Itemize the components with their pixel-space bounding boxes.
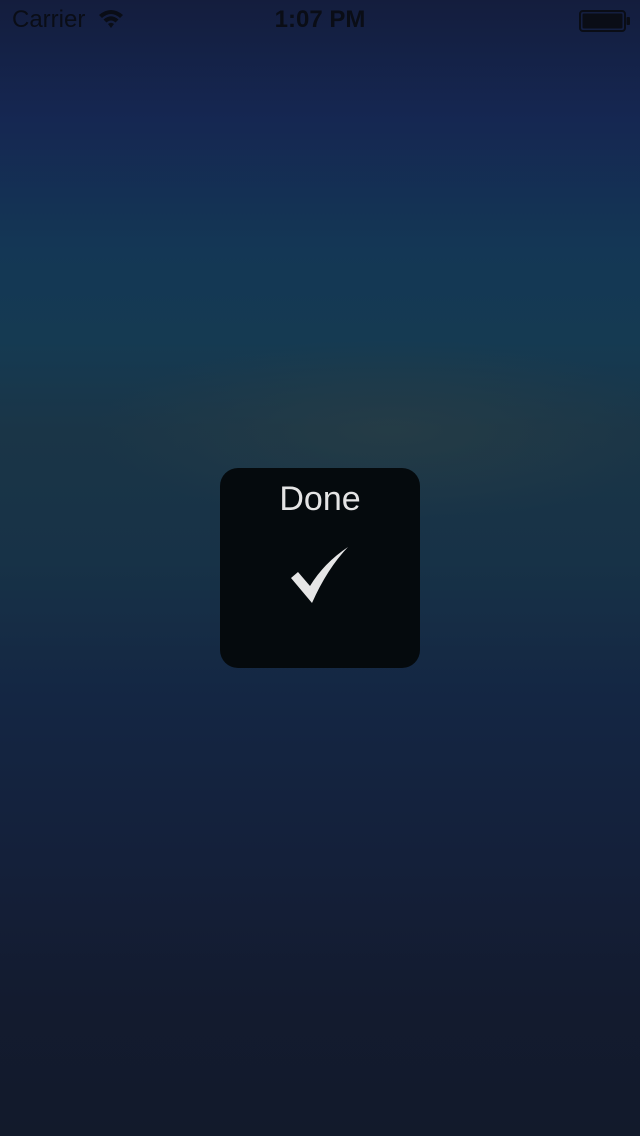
status-bar: Carrier 1:07 PM (0, 0, 640, 40)
battery-icon (579, 10, 630, 32)
hud-label: Done (279, 480, 361, 518)
status-time: 1:07 PM (274, 6, 366, 33)
checkmark-icon (291, 547, 348, 603)
